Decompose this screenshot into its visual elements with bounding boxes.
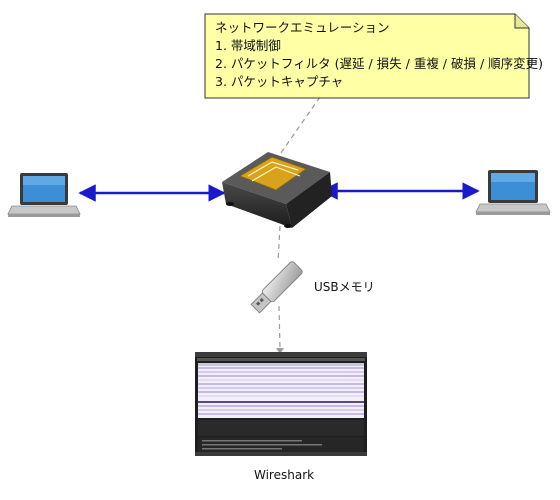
usb-memory-icon (250, 261, 303, 314)
note-item: 2. パケットフィルタ (遅延 / 損失 / 重複 / 破損 / 順序変更) (215, 56, 544, 71)
wireshark-window-icon (195, 352, 367, 456)
note-callout-line (275, 96, 321, 161)
network-emulator-device-icon (222, 152, 332, 228)
note-title: ネットワークエミュレーション (215, 20, 390, 35)
device-to-usb-line (277, 225, 281, 263)
usb-to-wireshark-line (278, 305, 281, 349)
note-text: ネットワークエミュレーション 1. 帯域制御 2. パケットフィルタ (遅延 /… (205, 14, 544, 98)
wireshark-label: Wireshark (254, 468, 315, 482)
note-item: 1. 帯域制御 (215, 38, 281, 53)
laptop-icon (7, 173, 81, 217)
usb-label: USBメモリ (314, 280, 375, 294)
note-item: 3. パケットキャプチャ (215, 74, 344, 89)
laptop-icon (475, 170, 551, 215)
